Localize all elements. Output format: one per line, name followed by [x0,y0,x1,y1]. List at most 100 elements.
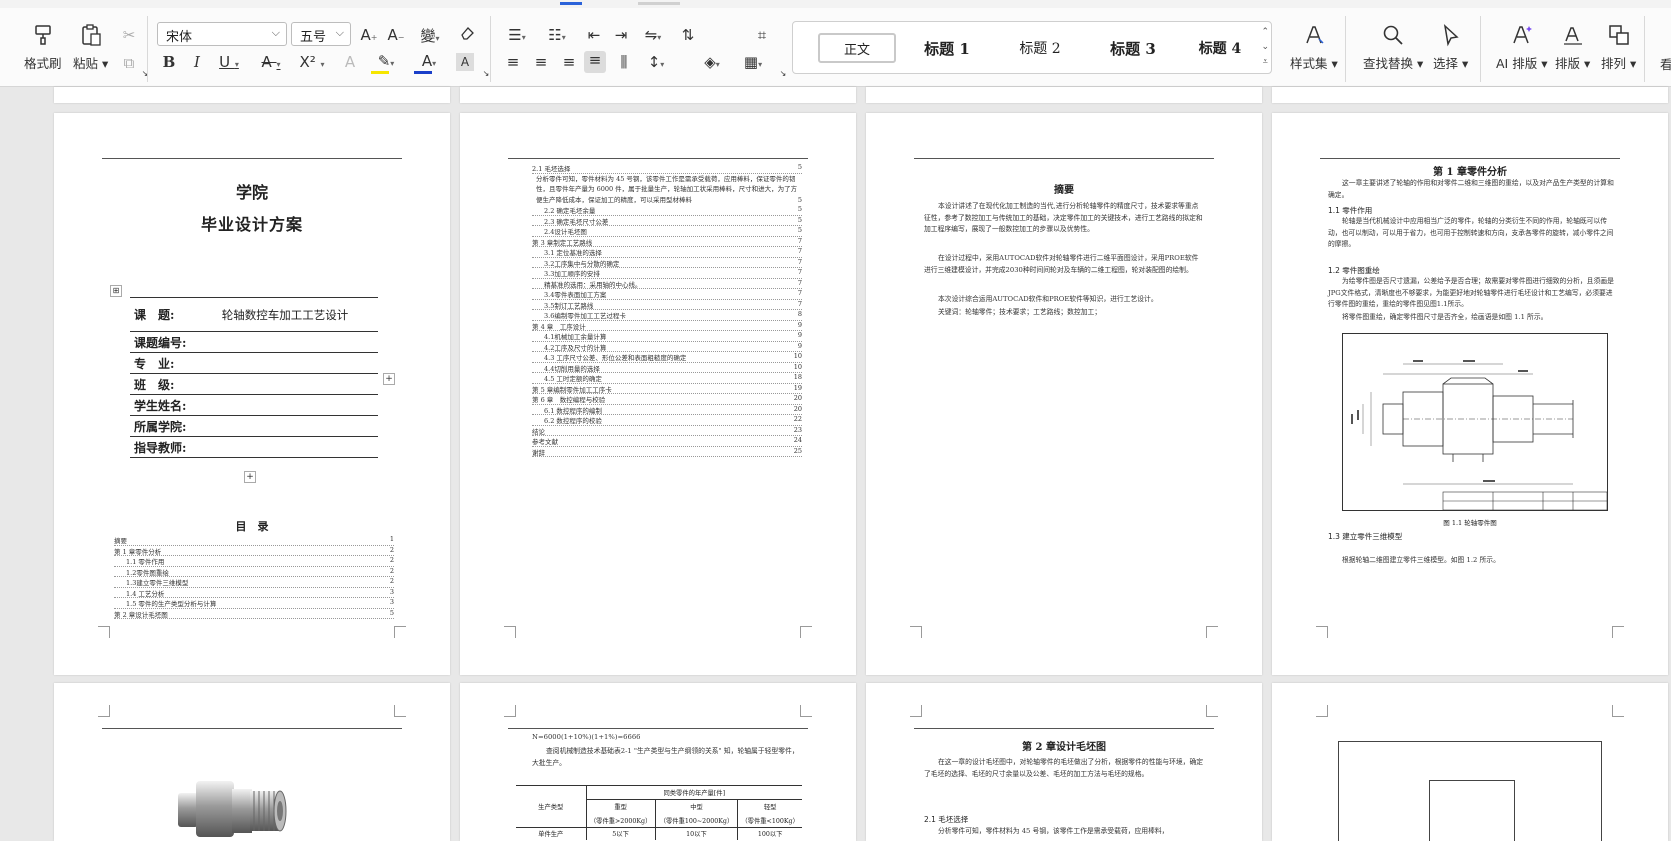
text-effect-icon[interactable]: A [339,53,361,71]
style-scroll[interactable]: ⌃ ⌄ ⩡ [1261,25,1269,70]
ai-layout-button[interactable]: AI 排版 ▾ [1496,22,1547,72]
toc-entry[interactable]: 结论 23 [532,426,802,436]
sort-icon[interactable]: ⇅ [677,26,699,44]
toc-entry[interactable]: 3.5制订工艺路线 7 [532,300,802,310]
style-heading-3[interactable]: 标题 3 [1091,33,1175,63]
toc-entry[interactable]: 第 3 章制定工艺路线 7 [532,237,802,247]
toc-entry[interactable]: 第 6 章 数控编程与校验 20 [532,394,802,405]
paragraph-expand-icon[interactable]: ↘ [772,69,794,78]
style-normal[interactable]: 正文 [818,33,896,63]
toc-entry[interactable]: 4.3 工序尺寸公差、形位公差和表面粗糙度的确定 10 [532,352,802,363]
toc-entry[interactable]: 4.2工序及尺寸的计算 9 [532,342,802,352]
font-expand-icon[interactable]: ↘ [475,69,497,78]
border-icon[interactable]: ▦▾ [738,53,768,71]
layout-button[interactable]: 排版 ▾ [1555,22,1590,72]
toc-entry[interactable]: 6.2 数控程序的校验 22 [532,415,802,426]
char-shading-icon[interactable]: A [456,53,474,71]
toc-entry[interactable]: 3.2工序集中与分散的确定 7 [532,258,802,268]
format-painter-button[interactable]: 格式刷 [24,22,62,72]
toc-entry[interactable]: 3.6编制零件加工工艺过程卡 8 [532,310,802,321]
toc-entry[interactable]: 1.4 工艺分析 3 [114,588,394,598]
paste-button[interactable]: 粘贴 ▾ [73,22,108,72]
superscript-icon[interactable]: X² ▾ [295,53,329,71]
toc-entry[interactable]: 第 5 章编制零件加工工序卡 19 [532,384,802,394]
toc-entry[interactable]: 4.5 工时定额的确定 18 [532,373,802,384]
distribute-icon[interactable]: ⫼ [613,53,635,71]
style-heading-2[interactable]: 标题 2 [998,33,1082,63]
align-right-icon[interactable]: ≡ [558,53,580,71]
toc-entry[interactable]: 4.4切削用量的选择 10 [532,363,802,373]
clipboard-expand-icon[interactable]: ↘ [134,69,156,78]
font-size-select[interactable]: 五号 ⌵ [291,22,351,46]
align-left-icon[interactable]: ≡ [502,53,524,71]
cover-row-value[interactable]: 轮轴数控车加工工艺设计 [192,297,378,332]
page-blank-drawing[interactable] [1272,683,1668,841]
toc-entry[interactable]: 1.1 零件作用 2 [114,556,394,567]
part-drawing[interactable] [1342,333,1608,511]
page-chapter-2[interactable]: 第 2 章设计毛坯图 在这一章的设计毛坯图中，对轮轴零件的毛坯做出了分析，根据零… [866,683,1262,841]
toc-entry[interactable]: 4.1机械加工余量计算 9 [532,331,802,342]
toc-entry[interactable]: 6.1 数控程序的编制 20 [532,405,802,415]
arrange-button[interactable]: 排列 ▾ [1601,22,1636,72]
style-heading-4[interactable]: 标题 4 [1178,33,1262,63]
numbered-list-icon[interactable]: ☷▾ [542,26,572,44]
cover-row-value[interactable] [192,436,378,458]
cut-icon[interactable]: ✂ [118,26,140,44]
toc-entry[interactable]: 1.3建立零件三维模型 2 [114,577,394,588]
page-cover[interactable]: 学院 毕业设计方案 ⊞ 课 题: 轮轴数控车加工工艺设计 课题编号: 专 业: 班 级:… [54,113,450,675]
find-replace-button[interactable]: 查找替换 ▾ [1363,22,1423,72]
cover-row-value[interactable] [192,373,378,395]
part-3d-image[interactable] [174,773,334,841]
toc-entry[interactable]: 精基准的选用：采用轴的中心线。 7 [532,279,802,289]
shading-icon[interactable]: ◈▾ [697,53,727,71]
toc-entry[interactable]: 1.2零件图重绘 2 [114,567,394,577]
add-row-icon[interactable]: + [244,471,256,483]
toc-entry[interactable]: 第 4 章 工序设计 9 [532,321,802,331]
grow-font-icon[interactable]: A+ [358,26,380,44]
bold-icon[interactable]: B [158,53,180,71]
font-name-select[interactable]: 宋体 ⌵ [157,22,287,46]
show-marks-icon[interactable]: ⌗ [751,26,773,44]
toc-entry[interactable]: 谢辞 25 [532,447,802,457]
toc-entry[interactable]: 摘要 1 [114,535,394,546]
pinyin-guide-icon[interactable]: 變▾ [415,25,445,46]
page-production-type[interactable]: N=6000(1+10%)(1+1%)=6666 查阅机械制造技术基础表2-1 … [460,683,856,841]
underline-icon[interactable]: U ▾ [214,53,244,71]
page-abstract[interactable]: 摘要 本设计讲述了在现代化加工制造的当代,进行分析轮轴零件的精度尺寸，技术要求等… [866,113,1262,675]
justify-icon[interactable]: ≡ [584,51,606,73]
page-toc[interactable]: 2.1 毛坯选择 5 分析零件可知，零件材料为 45 号钢，该零件工作是需承受载荷… [460,113,856,675]
toc-entry[interactable]: 参考文献 24 [532,436,802,447]
cover-row-value[interactable] [192,415,378,437]
toc-entry[interactable]: 2.4设计毛坯图 5 [532,226,802,237]
shrink-font-icon[interactable]: A− [385,26,407,44]
page-chapter-1[interactable]: 第 1 章零件分析 这一章主要讲述了轮轴的作用和对零件二维和三维图的重绘，以及对… [1272,113,1668,675]
align-center-icon[interactable]: ≡ [530,53,552,71]
clear-format-icon[interactable] [456,25,478,45]
toc-entry[interactable]: 2.1 毛坯选择 5 [532,163,802,174]
style-heading-1[interactable]: 标题 1 [905,33,989,63]
page-3d-model[interactable] [54,683,450,841]
select-button[interactable]: 选择 ▾ [1433,22,1468,72]
text-direction-icon[interactable]: ⇋▾ [638,26,668,44]
toc-entry[interactable]: 第 2 章设计毛坯图 5 [114,609,394,619]
bullet-list-icon[interactable]: ☰▾ [502,26,532,44]
toc-entry[interactable]: 2.3 确定毛坯尺寸公差 5 [532,216,802,226]
increase-indent-icon[interactable]: ⇥ [610,26,632,44]
toc-entry[interactable]: 2.2 确定毛坯余量 5 [532,205,802,216]
toc-entry[interactable]: 3.4零件表面加工方案 7 [532,289,802,300]
style-set-button[interactable]: 样式集 ▾ [1290,22,1338,72]
italic-icon[interactable]: I [186,53,208,71]
table-handle-icon[interactable]: ⊞ [110,285,122,297]
toc-entry[interactable]: 3.1 定位基准的选择 7 [532,247,802,258]
add-column-icon[interactable]: + [383,373,395,385]
strikethrough-icon[interactable]: A ▾ [256,53,286,71]
toc-entry[interactable]: 3.3加工顺序的安排 7 [532,268,802,279]
toc-entry[interactable]: 第 1 章零件分析 2 [114,546,394,556]
highlight-icon[interactable]: ✎▾ [369,52,403,74]
font-color-icon[interactable]: A▾ [412,52,446,74]
toc-entry[interactable]: 1.5 零件的生产类型分析与计算 3 [114,598,394,609]
cover-row-value[interactable] [192,331,378,353]
decrease-indent-icon[interactable]: ⇤ [583,26,605,44]
cover-row-value[interactable] [192,352,378,374]
line-spacing-icon[interactable]: ↕▾ [641,53,671,71]
